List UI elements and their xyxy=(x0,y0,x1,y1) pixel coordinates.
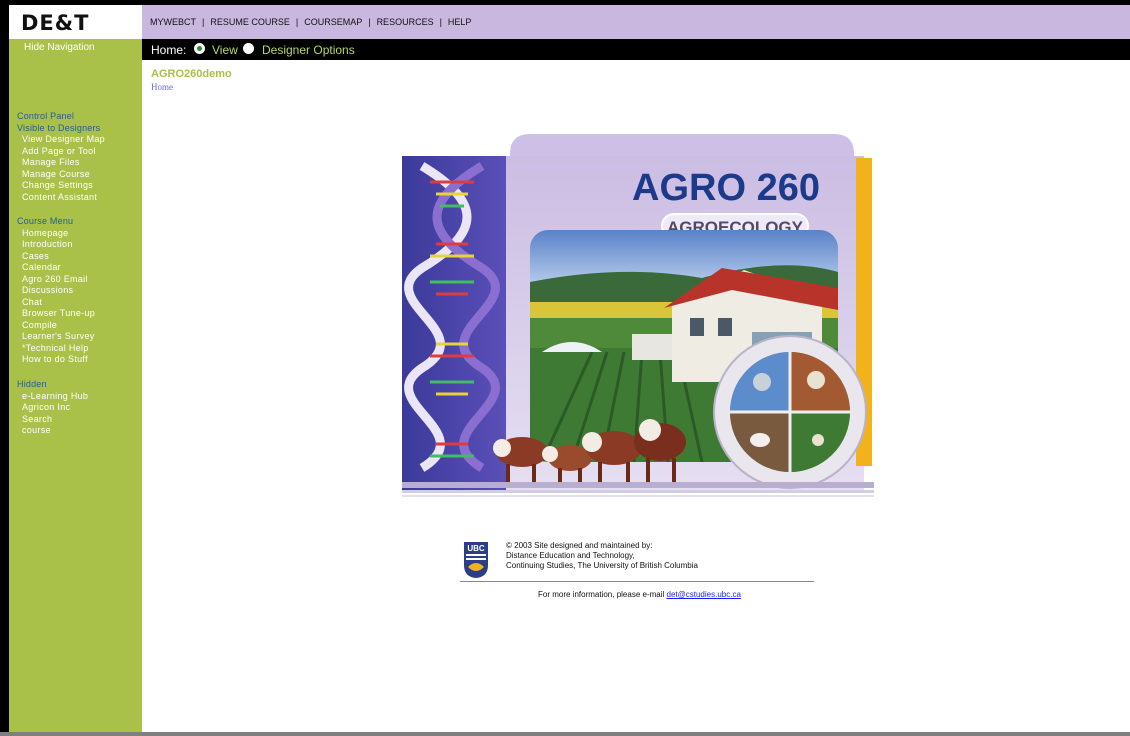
course-menu-heading: Course Menu xyxy=(17,216,74,226)
nav-link-mywebct[interactable]: MYWEBCT xyxy=(150,17,196,27)
sidebar-item-e-learning-hub[interactable]: e-Learning Hub xyxy=(17,391,88,403)
det-logo: DE&T xyxy=(21,11,90,35)
window-bottom-border xyxy=(0,732,1130,736)
sidebar-item-search[interactable]: Search xyxy=(17,414,88,426)
hidden-section: Hidden e-Learning Hub Agricon Inc Search… xyxy=(17,379,88,437)
agro260-banner-image: AGRO 260 AGROECOLOGY xyxy=(402,134,874,497)
sidebar-item-course[interactable]: course xyxy=(17,425,88,437)
sidebar-item-view-designer-map[interactable]: View Designer Map xyxy=(17,134,105,146)
nav-link-help[interactable]: HELP xyxy=(448,17,472,27)
sidebar-item-homepage[interactable]: Homepage xyxy=(17,228,95,240)
sidebar-item-change-settings[interactable]: Change Settings xyxy=(17,180,105,192)
sidebar-item-discussions[interactable]: Discussions xyxy=(17,285,95,297)
sidebar-item-chat[interactable]: Chat xyxy=(17,297,95,309)
sidebar-item-manage-files[interactable]: Manage Files xyxy=(17,157,105,169)
nav-link-resources[interactable]: RESOURCES xyxy=(377,17,434,27)
footer-divider xyxy=(460,581,814,582)
contact-email-link[interactable]: det@cstudies.ubc.ca xyxy=(667,590,741,599)
control-panel-heading[interactable]: Control Panel xyxy=(17,111,105,123)
hidden-heading: Hidden xyxy=(17,379,47,389)
banner-title: AGRO 260 xyxy=(632,167,820,209)
designer-options-label[interactable]: Designer Options xyxy=(262,43,355,57)
breadcrumb-home[interactable]: Home xyxy=(151,82,173,92)
sidebar-item-manage-course[interactable]: Manage Course xyxy=(17,169,105,181)
sidebar-item-add-page-or-tool[interactable]: Add Page or Tool xyxy=(17,146,105,158)
sidebar-item-technical-help[interactable]: *Technical Help xyxy=(17,343,95,355)
nav-separator: | xyxy=(439,17,442,27)
view-mode-bar: Home: View Designer Options xyxy=(142,39,1130,60)
sidebar-item-content-assistant[interactable]: Content Assistant xyxy=(17,192,105,204)
logo-area: DE&T xyxy=(9,5,142,39)
nav-separator: | xyxy=(368,17,371,27)
sidebar-item-cases[interactable]: Cases xyxy=(17,251,95,263)
credit-line-3: Continuing Studies, The University of Br… xyxy=(506,561,698,570)
navigation-sidebar: Hide Navigation Control Panel Visible to… xyxy=(9,39,142,732)
nav-separator: | xyxy=(202,17,205,27)
sidebar-item-browser-tune-up[interactable]: Browser Tune-up xyxy=(17,308,95,320)
agroecology-seal-icon xyxy=(713,335,867,489)
sidebar-item-learners-survey[interactable]: Learner's Survey xyxy=(17,331,95,343)
course-title: AGRO260demo xyxy=(151,68,232,80)
visible-to-designers-heading: Visible to Designers xyxy=(17,122,101,133)
view-option-label[interactable]: View xyxy=(212,43,238,57)
home-label: Home: xyxy=(151,43,187,57)
sidebar-item-compile[interactable]: Compile xyxy=(17,320,95,332)
control-panel-section: Control Panel Visible to Designers View … xyxy=(17,111,105,203)
sidebar-item-agro-260-email[interactable]: Agro 260 Email xyxy=(17,274,95,286)
hide-navigation-link[interactable]: Hide Navigation xyxy=(24,42,95,53)
ubc-crest-text: UBC xyxy=(467,544,485,553)
more-info-text: For more information, please e-mail det@… xyxy=(538,590,741,599)
credit-line-2: Distance Education and Technology, xyxy=(506,551,635,560)
nav-separator: | xyxy=(295,17,299,27)
site-credit: © 2003 Site designed and maintained by: … xyxy=(506,541,698,571)
nav-link-coursemap[interactable]: COURSEMAP xyxy=(304,17,362,27)
sidebar-item-introduction[interactable]: Introduction xyxy=(17,239,95,251)
sidebar-item-agricon-inc[interactable]: Agricon Inc xyxy=(17,402,88,414)
more-info-prefix: For more information, please e-mail xyxy=(538,590,665,599)
sidebar-item-how-to-do-stuff[interactable]: How to do Stuff xyxy=(17,354,95,366)
ubc-crest-icon: UBC xyxy=(464,542,488,578)
sidebar-item-calendar[interactable]: Calendar xyxy=(17,262,95,274)
designer-options-radio[interactable] xyxy=(243,43,254,54)
top-navigation-bar: MYWEBCT | RESUME COURSE | COURSEMAP | RESOURCE… xyxy=(142,5,1130,39)
nav-link-resume-course[interactable]: RESUME COURSE xyxy=(210,17,290,27)
webct-window: DE&T MYWEBCT | RESUME COURSE | COURSEMAP | RES… xyxy=(0,0,1130,736)
view-radio[interactable] xyxy=(194,43,205,54)
course-menu-section: Course Menu Homepage Introduction Cases … xyxy=(17,216,95,366)
credit-line-1: © 2003 Site designed and maintained by: xyxy=(506,541,653,550)
top-nav-links: MYWEBCT | RESUME COURSE | COURSEMAP | RESOURCE… xyxy=(150,17,471,27)
window-left-border xyxy=(0,0,9,736)
